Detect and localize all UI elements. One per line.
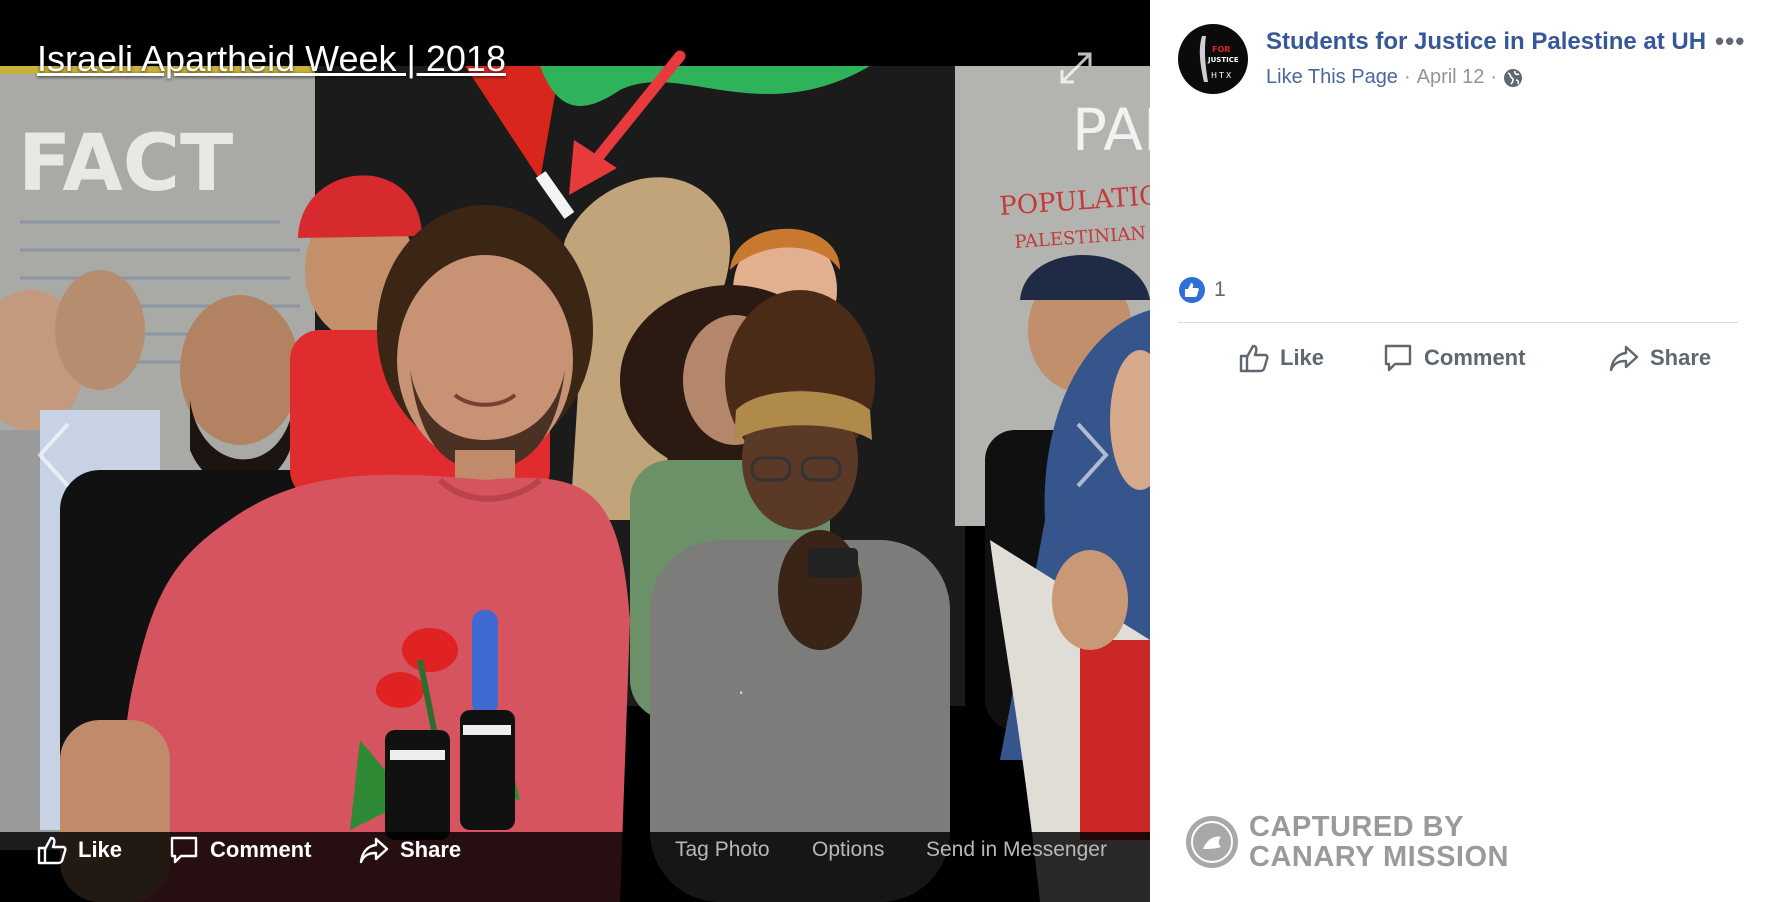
options-link[interactable]: Options: [812, 838, 884, 862]
globe-icon[interactable]: [1503, 68, 1523, 88]
page-name-link[interactable]: Students for Justice in Palestine at UH: [1266, 28, 1706, 56]
watermark-line-2: CANARY MISSION: [1249, 841, 1509, 873]
comment-button[interactable]: Comment: [1382, 338, 1525, 378]
photo-footer-bar: Like Comment Share Tag Photo Options Sen…: [0, 832, 1150, 902]
canary-bird-icon: [1186, 816, 1238, 868]
avatar-text-for: FOR: [1212, 45, 1230, 54]
tag-photo-link[interactable]: Tag Photo: [675, 838, 770, 862]
post-meta: Like This Page · April 12 ·: [1266, 66, 1523, 89]
photo-share-button[interactable]: Share: [358, 832, 461, 868]
like-this-page-link[interactable]: Like This Page: [1266, 66, 1398, 89]
meta-separator: ·: [1403, 66, 1411, 88]
reaction-summary[interactable]: 1: [1178, 276, 1226, 304]
next-photo-icon[interactable]: [1072, 420, 1112, 490]
like-label: Like: [1280, 345, 1325, 370]
svg-text:·: ·: [738, 681, 744, 705]
avatar-text-htx: HTX: [1211, 71, 1233, 80]
photo-like-label: Like: [78, 837, 123, 862]
comment-icon: [170, 836, 198, 864]
send-in-messenger-link[interactable]: Send in Messenger: [926, 838, 1107, 862]
post-side-panel: FOR JUSTICE HTX Students for Justice in …: [1150, 0, 1770, 902]
photo-viewer: FACT PAL POPULATION PALESTINIAN: [0, 0, 1150, 902]
mural-text-fact: FACT: [18, 119, 233, 209]
photo-comment-button[interactable]: Comment: [168, 832, 311, 868]
photo-comment-label: Comment: [210, 837, 312, 862]
avatar-text-justice: JUSTICE: [1207, 56, 1239, 64]
photo-like-button[interactable]: Like: [36, 832, 122, 868]
page-avatar-logo: FOR JUSTICE HTX: [1199, 36, 1239, 82]
thumbs-up-icon: [37, 836, 67, 865]
like-reaction-icon: [1179, 277, 1205, 303]
share-icon: [1609, 345, 1639, 372]
comment-label: Comment: [1424, 345, 1526, 370]
previous-photo-icon[interactable]: [34, 420, 74, 490]
more-options-button[interactable]: •••: [1715, 26, 1745, 57]
event-photo: FACT PAL POPULATION PALESTINIAN: [0, 0, 1150, 902]
actions-divider: [1178, 322, 1738, 323]
comment-icon: [1384, 344, 1412, 372]
mural-text-pal: PAL: [1072, 96, 1150, 164]
expand-icon[interactable]: [1058, 50, 1094, 86]
thumbs-up-icon: [1239, 344, 1269, 373]
like-button[interactable]: Like: [1238, 338, 1324, 378]
share-label: Share: [1650, 345, 1712, 370]
meta-separator: ·: [1490, 66, 1498, 88]
share-icon: [359, 837, 389, 864]
post-date[interactable]: April 12: [1417, 66, 1485, 89]
photo-title[interactable]: Israeli Apartheid Week | 2018: [37, 38, 506, 80]
page-avatar[interactable]: FOR JUSTICE HTX: [1178, 24, 1248, 94]
photo-share-label: Share: [400, 837, 462, 862]
share-button[interactable]: Share: [1608, 338, 1711, 378]
reaction-count: 1: [1214, 278, 1226, 301]
canary-mission-watermark: CAPTURED BY CANARY MISSION: [1185, 812, 1509, 872]
watermark-line-1: CAPTURED BY: [1249, 811, 1464, 843]
